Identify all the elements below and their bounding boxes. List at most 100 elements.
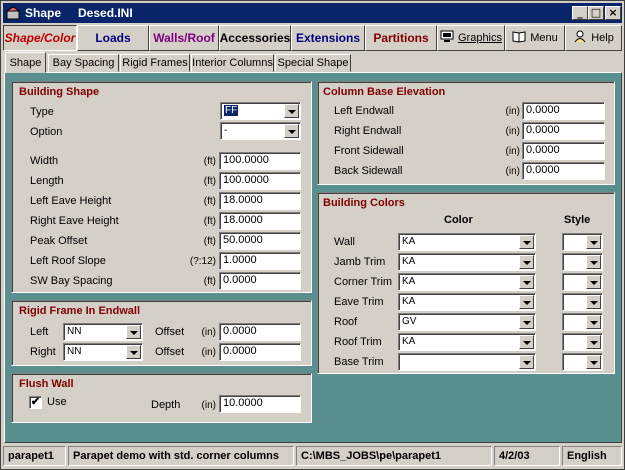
help-button[interactable]: Help bbox=[565, 25, 622, 51]
partitions-button[interactable]: Partitions bbox=[365, 25, 437, 51]
chevron-down-icon[interactable] bbox=[284, 124, 299, 138]
title-bar: Shape Desed.INI _ □ × bbox=[3, 3, 622, 23]
column-base-group: Column Base Elevation Left Endwall (in) 0.… bbox=[317, 81, 615, 185]
elevation-unit: (in) bbox=[505, 126, 520, 137]
elevation-input[interactable]: 0.0000 bbox=[522, 122, 605, 140]
chevron-down-icon[interactable] bbox=[586, 335, 601, 349]
chevron-down-icon[interactable] bbox=[586, 295, 601, 309]
elevation-unit: (in) bbox=[505, 146, 520, 157]
style-select[interactable] bbox=[562, 333, 603, 351]
color-row-label: Base Trim bbox=[334, 356, 384, 368]
field-unit: (ft) bbox=[203, 156, 216, 167]
chevron-down-icon[interactable] bbox=[586, 355, 601, 369]
graphics-label: Graphics bbox=[457, 32, 503, 44]
color-row-label: Wall bbox=[334, 236, 355, 248]
shape-color-button[interactable]: Shape/Color bbox=[3, 25, 77, 51]
style-select[interactable] bbox=[562, 273, 603, 291]
monitor-icon bbox=[440, 30, 454, 46]
use-checkbox[interactable]: ✔ bbox=[29, 396, 42, 409]
color-select[interactable]: GV bbox=[398, 313, 536, 331]
chevron-down-icon[interactable] bbox=[126, 345, 141, 359]
color-select[interactable]: KA bbox=[398, 333, 536, 351]
tab-shape[interactable]: Shape bbox=[5, 52, 46, 73]
field-label: Width bbox=[30, 155, 59, 167]
accessories-button[interactable]: Accessories bbox=[219, 25, 291, 51]
color-select[interactable]: KA bbox=[398, 273, 536, 291]
color-select[interactable] bbox=[398, 353, 536, 371]
tab-special-shape[interactable]: Special Shape bbox=[275, 54, 351, 72]
rf-right-label: Right bbox=[30, 346, 56, 358]
book-icon bbox=[512, 30, 526, 46]
chevron-down-icon[interactable] bbox=[519, 295, 534, 309]
chevron-down-icon[interactable] bbox=[586, 255, 601, 269]
close-button[interactable]: × bbox=[605, 6, 621, 20]
field-unit: (ft) bbox=[203, 236, 216, 247]
color-select[interactable]: KA bbox=[398, 293, 536, 311]
chevron-down-icon[interactable] bbox=[586, 235, 601, 249]
field-input[interactable]: 18.0000 bbox=[219, 192, 301, 210]
field-input[interactable]: 0.0000 bbox=[219, 272, 301, 290]
status-path: C:\MBS_JOBS\pe\parapet1 bbox=[296, 446, 492, 466]
style-select[interactable] bbox=[562, 353, 603, 371]
graphics-button[interactable]: Graphics bbox=[437, 25, 505, 51]
elevation-unit: (in) bbox=[505, 106, 520, 117]
style-select[interactable] bbox=[562, 253, 603, 271]
rf-right-select[interactable]: NN bbox=[63, 343, 143, 361]
module-toolbar: Shape/Color Loads Walls/Roof Accessories… bbox=[3, 25, 622, 51]
menu-button[interactable]: Menu bbox=[505, 25, 565, 51]
walls-roof-label: Walls/Roof bbox=[153, 31, 215, 45]
minimize-button[interactable]: _ bbox=[572, 6, 588, 20]
style-select[interactable] bbox=[562, 233, 603, 251]
chevron-down-icon[interactable] bbox=[586, 275, 601, 289]
column-base-title: Column Base Elevation bbox=[323, 86, 446, 98]
field-input[interactable]: 100.0000 bbox=[219, 172, 301, 190]
rf-left-select[interactable]: NN bbox=[63, 323, 143, 341]
chevron-down-icon[interactable] bbox=[126, 325, 141, 339]
color-select[interactable]: KA bbox=[398, 233, 536, 251]
shape-color-label: Shape/Color bbox=[4, 31, 76, 45]
color-value: KA bbox=[402, 336, 416, 347]
field-label: Peak Offset bbox=[30, 235, 88, 247]
chevron-down-icon[interactable] bbox=[519, 275, 534, 289]
status-date: 4/2/03 bbox=[494, 446, 560, 466]
color-row-label: Roof Trim bbox=[334, 336, 382, 348]
style-select[interactable] bbox=[562, 313, 603, 331]
building-colors-group: Building Colors Color Style Wall KA Jamb T… bbox=[317, 192, 615, 374]
rf-left-offset-input[interactable]: 0.0000 bbox=[219, 323, 301, 341]
color-select[interactable]: KA bbox=[398, 253, 536, 271]
help-icon bbox=[573, 30, 587, 46]
field-input[interactable]: 100.0000 bbox=[219, 152, 301, 170]
chevron-down-icon[interactable] bbox=[586, 315, 601, 329]
field-input[interactable]: 1.0000 bbox=[219, 252, 301, 270]
chevron-down-icon[interactable] bbox=[284, 104, 299, 118]
chevron-down-icon[interactable] bbox=[519, 235, 534, 249]
elevation-input[interactable]: 0.0000 bbox=[522, 162, 605, 180]
elevation-label: Front Sidewall bbox=[334, 145, 404, 157]
elevation-input[interactable]: 0.0000 bbox=[522, 102, 605, 120]
flush-wall-group: Flush Wall ✔ Use Depth (in) 10.0000 bbox=[11, 373, 312, 423]
tab-bay-spacing[interactable]: Bay Spacing bbox=[48, 54, 119, 72]
elevation-input[interactable]: 0.0000 bbox=[522, 142, 605, 160]
field-input[interactable]: 50.0000 bbox=[219, 232, 301, 250]
chevron-down-icon[interactable] bbox=[519, 335, 534, 349]
extensions-label: Extensions bbox=[295, 31, 361, 45]
chevron-down-icon[interactable] bbox=[519, 315, 534, 329]
loads-button[interactable]: Loads bbox=[77, 25, 149, 51]
extensions-button[interactable]: Extensions bbox=[291, 25, 365, 51]
type-select[interactable]: FF bbox=[220, 102, 301, 120]
maximize-button[interactable]: □ bbox=[588, 6, 604, 20]
rf-right-offset-input[interactable]: 0.0000 bbox=[219, 343, 301, 361]
rf-right-offset-label: Offset bbox=[155, 346, 185, 358]
walls-roof-button[interactable]: Walls/Roof bbox=[149, 25, 219, 51]
style-select[interactable] bbox=[562, 293, 603, 311]
chevron-down-icon[interactable] bbox=[519, 355, 534, 369]
field-label: Left Eave Height bbox=[30, 195, 112, 207]
field-input[interactable]: 18.0000 bbox=[219, 212, 301, 230]
use-label: Use bbox=[47, 396, 67, 408]
depth-input[interactable]: 10.0000 bbox=[219, 395, 301, 413]
tab-interior-columns[interactable]: Interior Columns bbox=[191, 54, 274, 72]
status-name: parapet1 bbox=[3, 446, 66, 466]
tab-rigid-frames[interactable]: Rigid Frames bbox=[120, 54, 190, 72]
option-select[interactable]: - bbox=[220, 122, 301, 140]
chevron-down-icon[interactable] bbox=[519, 255, 534, 269]
